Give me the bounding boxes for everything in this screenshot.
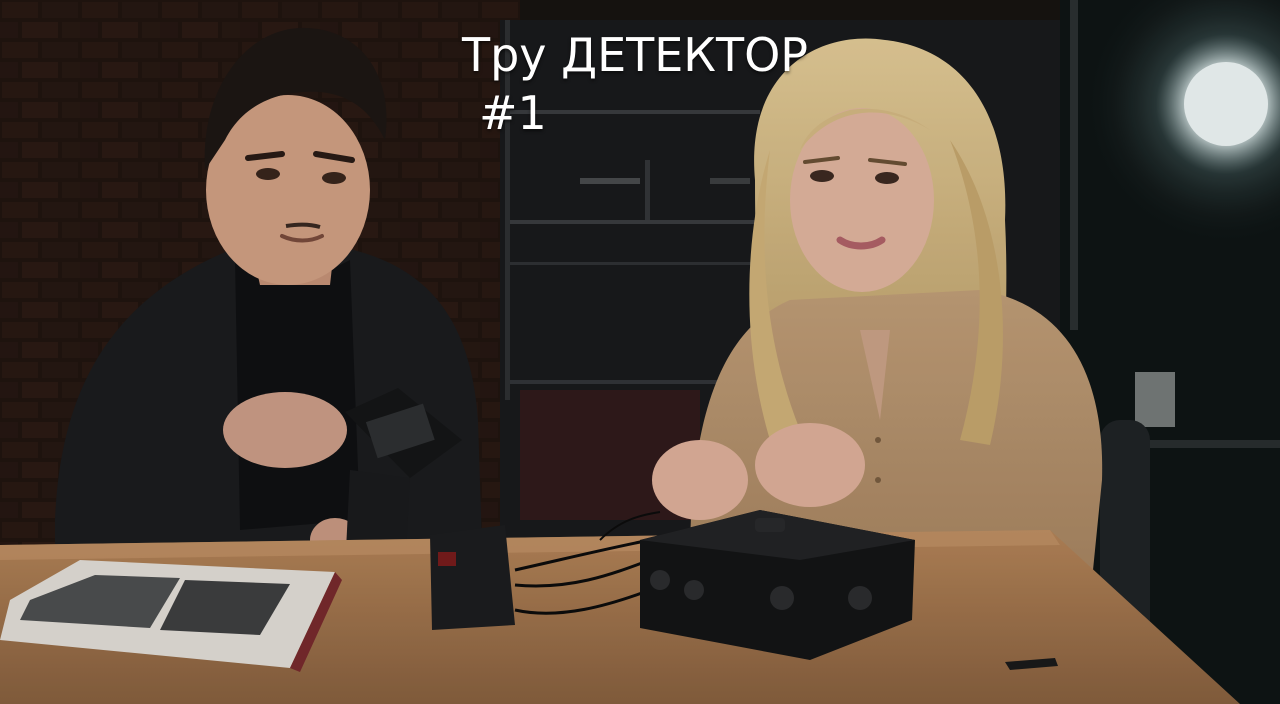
scene-illustration [0, 0, 1280, 704]
video-frame: Тру ДЕТЕКТОР #1 [0, 0, 1280, 704]
